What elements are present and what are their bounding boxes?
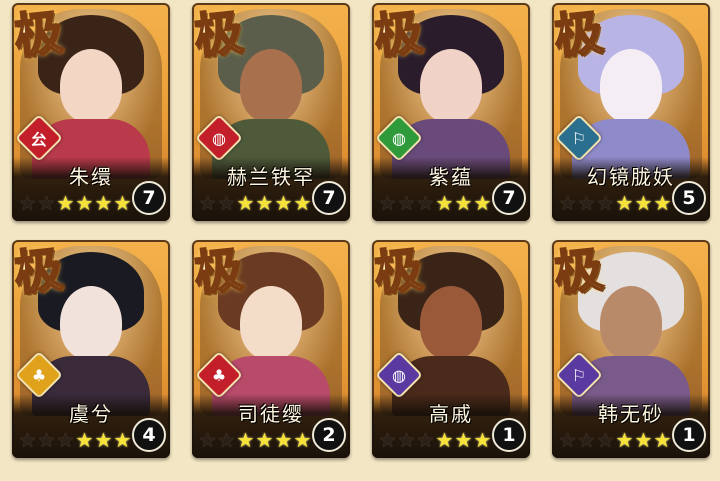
star-filled-icon: ★ (293, 191, 312, 215)
hero-card[interactable]: 极 ♣ 司徒缨 ★ ★ ★ ★ ★ ★ 2 (192, 240, 350, 458)
hero-card[interactable]: 极 ◍ 紫蕴 ★ ★ ★ ★ ★ ★ 7 (372, 3, 530, 221)
star-filled-icon: ★ (75, 428, 94, 452)
star-empty-icon: ★ (37, 191, 56, 215)
hero-count-badge: 7 (492, 181, 526, 215)
star-filled-icon: ★ (56, 191, 75, 215)
star-filled-icon: ★ (113, 428, 132, 452)
star-filled-icon: ★ (634, 191, 653, 215)
star-filled-icon: ★ (274, 191, 293, 215)
quality-mark: 极 (552, 241, 606, 304)
class-badge-glyph: ⚐ (571, 128, 587, 148)
star-empty-icon: ★ (56, 428, 75, 452)
quality-mark: 极 (372, 4, 426, 67)
star-empty-icon: ★ (217, 191, 236, 215)
star-rating: ★ ★ ★ ★ ★ ★ (378, 193, 492, 213)
star-filled-icon: ★ (454, 191, 473, 215)
hero-card[interactable]: 极 㕕 朱缳 ★ ★ ★ ★ ★ ★ 7 (12, 3, 170, 221)
hero-face (600, 49, 662, 123)
star-rating: ★ ★ ★ ★ ★ ★ (198, 193, 312, 213)
hero-card[interactable]: 极 ◍ 高戚 ★ ★ ★ ★ ★ ★ 1 (372, 240, 530, 458)
star-filled-icon: ★ (255, 428, 274, 452)
star-filled-icon: ★ (615, 428, 634, 452)
star-empty-icon: ★ (198, 428, 217, 452)
class-badge-glyph: ◍ (392, 365, 406, 385)
hero-grid: 极 㕕 朱缳 ★ ★ ★ ★ ★ ★ 7 极 ◍ 赫兰铁罕 ★ ★ ★ ★ ★ ★ 7 极 ◍ (0, 0, 720, 481)
star-empty-icon: ★ (558, 191, 577, 215)
star-empty-icon: ★ (577, 191, 596, 215)
star-empty-icon: ★ (596, 428, 615, 452)
quality-mark: 极 (192, 241, 246, 304)
star-filled-icon: ★ (94, 428, 113, 452)
star-filled-icon: ★ (236, 191, 255, 215)
hero-count-badge: 7 (312, 181, 346, 215)
star-empty-icon: ★ (558, 428, 577, 452)
star-empty-icon: ★ (18, 428, 37, 452)
hero-card[interactable]: 极 ♣ 虞兮 ★ ★ ★ ★ ★ ★ 4 (12, 240, 170, 458)
star-filled-icon: ★ (75, 191, 94, 215)
star-rating: ★ ★ ★ ★ ★ ★ (18, 193, 132, 213)
hero-face (420, 49, 482, 123)
hero-card[interactable]: 极 ⚐ 幻镜胧妖 ★ ★ ★ ★ ★ ★ 5 (552, 3, 710, 221)
star-rating: ★ ★ ★ ★ ★ ★ (18, 430, 132, 450)
star-rating: ★ ★ ★ ★ ★ ★ (198, 430, 312, 450)
star-filled-icon: ★ (255, 191, 274, 215)
star-filled-icon: ★ (113, 191, 132, 215)
star-filled-icon: ★ (634, 428, 653, 452)
star-filled-icon: ★ (473, 191, 492, 215)
hero-face (240, 49, 302, 123)
star-empty-icon: ★ (416, 428, 435, 452)
hero-card[interactable]: 极 ◍ 赫兰铁罕 ★ ★ ★ ★ ★ ★ 7 (192, 3, 350, 221)
hero-card[interactable]: 极 ⚐ 韩无砂 ★ ★ ★ ★ ★ ★ 1 (552, 240, 710, 458)
star-filled-icon: ★ (653, 428, 672, 452)
hero-face (600, 286, 662, 360)
star-empty-icon: ★ (198, 191, 217, 215)
hero-count-badge: 1 (672, 418, 706, 452)
star-empty-icon: ★ (577, 428, 596, 452)
star-empty-icon: ★ (217, 428, 236, 452)
hero-face (60, 286, 122, 360)
quality-mark: 极 (12, 241, 66, 304)
quality-mark: 极 (372, 241, 426, 304)
class-badge-glyph: 㕕 (30, 130, 47, 149)
star-filled-icon: ★ (615, 191, 634, 215)
hero-face (240, 286, 302, 360)
quality-mark: 极 (12, 4, 66, 67)
star-empty-icon: ★ (37, 428, 56, 452)
class-badge-glyph: ◍ (392, 128, 406, 148)
class-badge-glyph: ⚐ (571, 365, 587, 385)
hero-face (420, 286, 482, 360)
class-badge-glyph: ◍ (212, 128, 226, 148)
star-filled-icon: ★ (653, 191, 672, 215)
star-empty-icon: ★ (596, 191, 615, 215)
star-empty-icon: ★ (397, 428, 416, 452)
hero-count-badge: 4 (132, 418, 166, 452)
star-empty-icon: ★ (397, 191, 416, 215)
hero-face (60, 49, 122, 123)
quality-mark: 极 (192, 4, 246, 67)
star-empty-icon: ★ (378, 191, 397, 215)
star-rating: ★ ★ ★ ★ ★ ★ (558, 430, 672, 450)
star-filled-icon: ★ (293, 428, 312, 452)
hero-count-badge: 1 (492, 418, 526, 452)
hero-count-badge: 5 (672, 181, 706, 215)
star-filled-icon: ★ (454, 428, 473, 452)
star-filled-icon: ★ (236, 428, 255, 452)
star-rating: ★ ★ ★ ★ ★ ★ (558, 193, 672, 213)
star-filled-icon: ★ (94, 191, 113, 215)
class-badge-glyph: ♣ (211, 365, 227, 385)
hero-count-badge: 7 (132, 181, 166, 215)
quality-mark: 极 (552, 4, 606, 67)
star-empty-icon: ★ (18, 191, 37, 215)
star-empty-icon: ★ (416, 191, 435, 215)
class-badge-glyph: ♣ (31, 365, 47, 385)
star-filled-icon: ★ (435, 191, 454, 215)
star-filled-icon: ★ (435, 428, 454, 452)
hero-count-badge: 2 (312, 418, 346, 452)
star-rating: ★ ★ ★ ★ ★ ★ (378, 430, 492, 450)
star-filled-icon: ★ (274, 428, 293, 452)
star-empty-icon: ★ (378, 428, 397, 452)
star-filled-icon: ★ (473, 428, 492, 452)
